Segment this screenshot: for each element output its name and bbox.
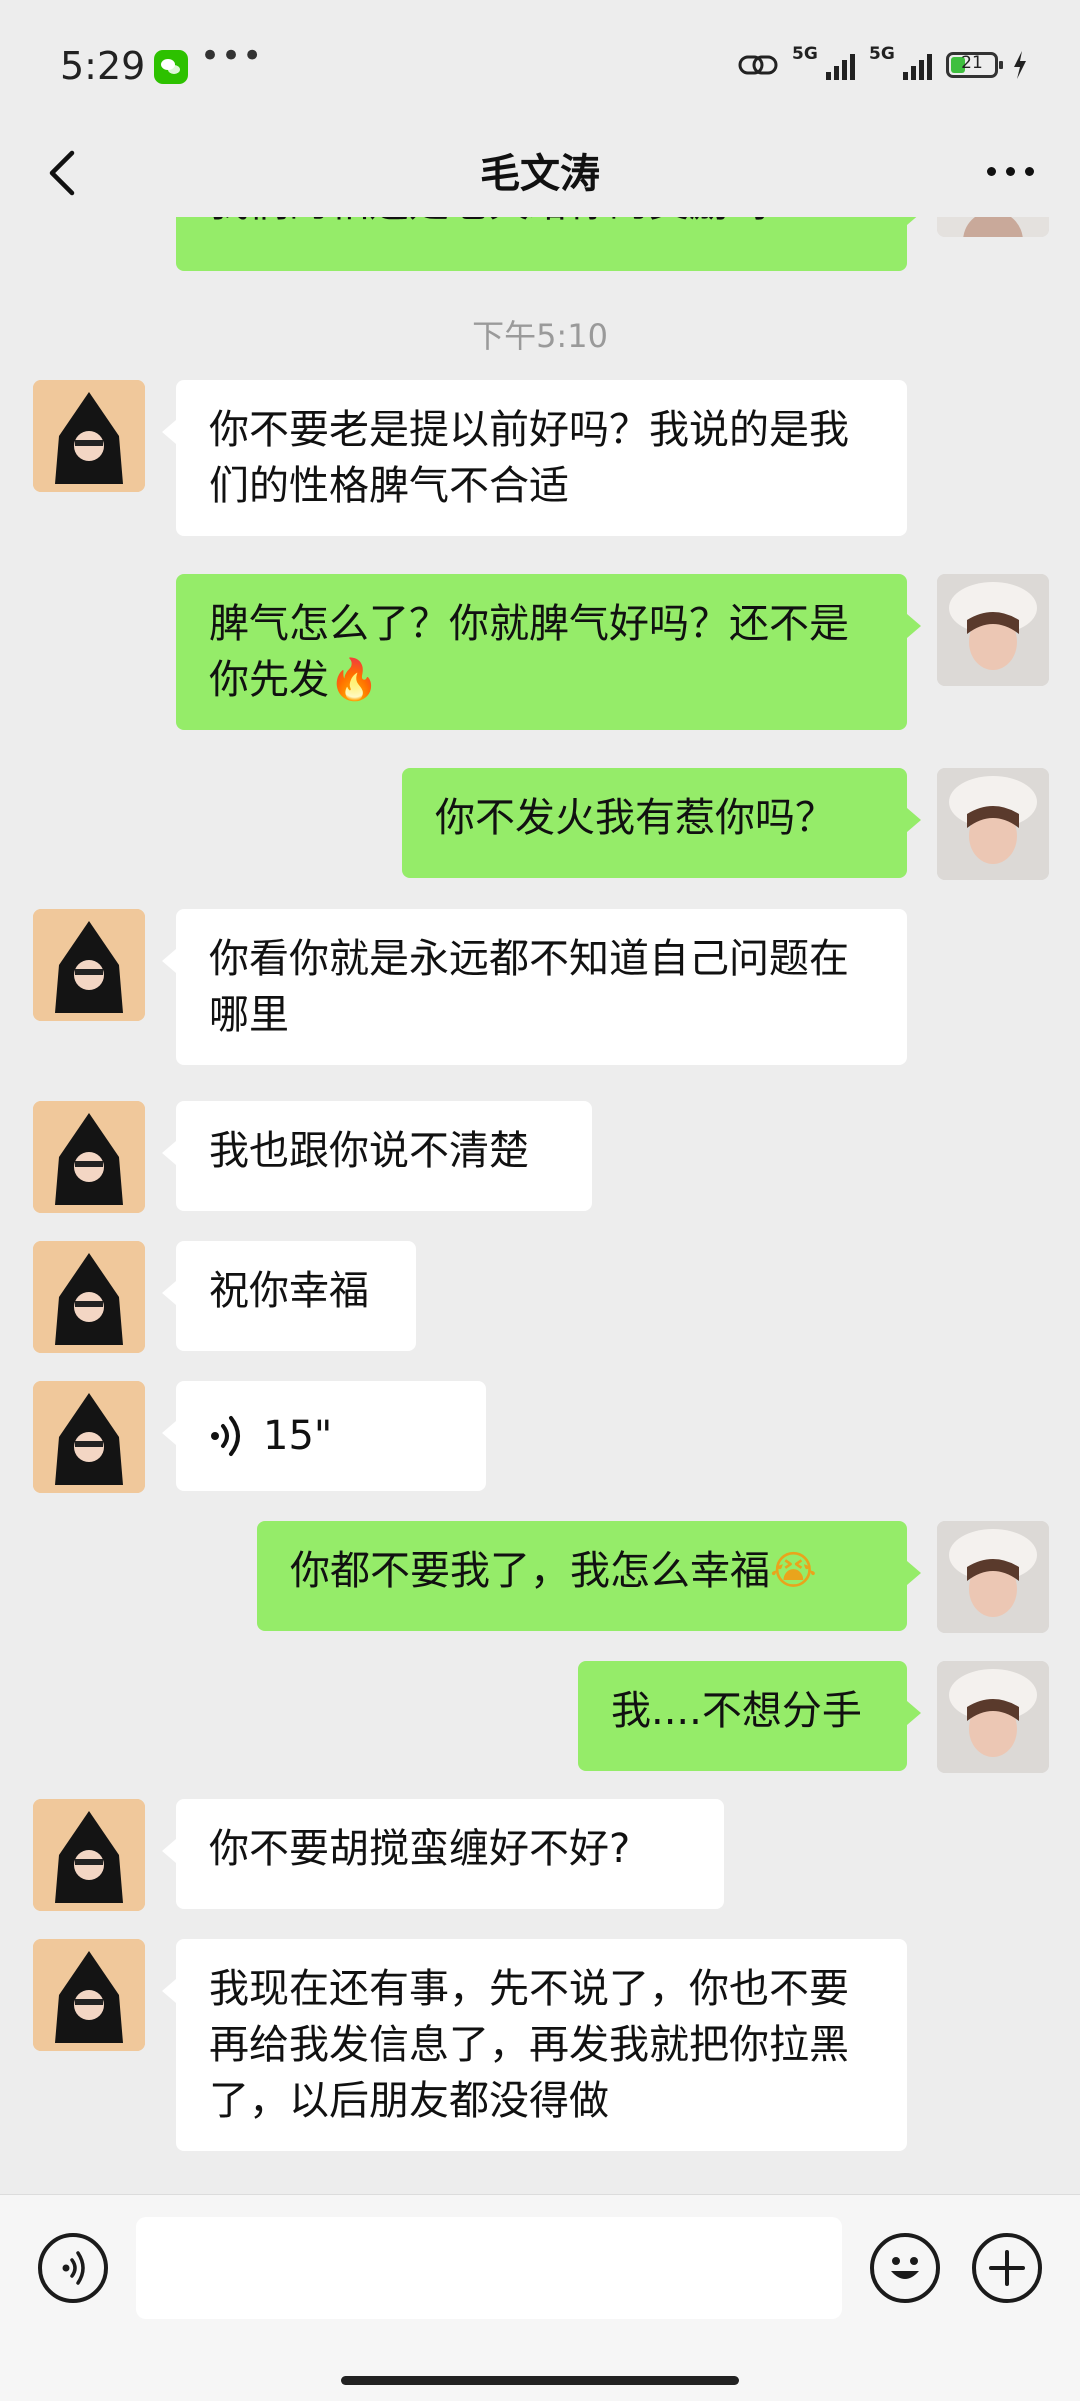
message-bubble-incoming[interactable]: 我现在还有事，先不说了，你也不要再给我发信息了，再发我就把你拉黑了，以后朋友都没… [162, 1939, 907, 2151]
avatar-contact[interactable] [33, 1381, 145, 1493]
voice-message-bubble[interactable]: 15" [162, 1381, 486, 1491]
avatar-me[interactable] [937, 1661, 1049, 1773]
message-input[interactable] [136, 2217, 842, 2319]
wechat-icon [154, 50, 188, 84]
avatar-contact[interactable] [33, 1799, 145, 1911]
avatar-me[interactable] [937, 574, 1049, 686]
battery-icon: 21 [946, 52, 1003, 78]
more-button[interactable] [982, 143, 1046, 203]
chat-title: 毛文涛 [480, 151, 600, 197]
chat-header: 毛文涛 [0, 135, 1080, 217]
charging-icon [1014, 51, 1026, 79]
avatar-me[interactable] [937, 768, 1049, 880]
plus-icon [989, 2250, 1025, 2286]
more-dots-icon [987, 167, 996, 176]
voice-wave-icon [211, 1416, 240, 1456]
signal-5g-2-icon: 5G [869, 44, 932, 80]
avatar-contact[interactable] [33, 1101, 145, 1213]
emoji-icon [891, 2257, 919, 2279]
voice-duration: 15" [263, 1413, 333, 1459]
avatar-me[interactable] [937, 217, 1049, 237]
avatar-me[interactable] [937, 1521, 1049, 1633]
voice-input-icon [62, 2251, 85, 2285]
link-icon [738, 55, 778, 75]
message-bubble-outgoing[interactable]: 我....不想分手 [578, 1661, 921, 1771]
more-functions-button[interactable] [972, 2233, 1042, 2303]
home-indicator[interactable] [341, 2376, 739, 2385]
emoji-button[interactable] [870, 2233, 940, 2303]
avatar-contact[interactable] [33, 380, 145, 492]
message-bubble-incoming[interactable]: 你不要胡搅蛮缠好不好? [162, 1799, 724, 1909]
battery-level: 21 [961, 53, 983, 73]
message-bubble-outgoing[interactable]: 我们的相遇是老天给你的奖励吗？ [176, 217, 921, 271]
avatar-contact[interactable] [33, 1939, 145, 2051]
message-bubble-incoming[interactable]: 祝你幸福 [162, 1241, 416, 1351]
input-bar [0, 2194, 1080, 2401]
crying-emoji: 😭 [770, 1548, 817, 1594]
message-bubble-outgoing[interactable]: 脾气怎么了？你就脾气好吗？还不是你先发🔥 [176, 574, 921, 730]
more-notifications-icon: ••• [200, 36, 264, 76]
status-icons: 5G 5G 21 [738, 44, 1028, 80]
fire-emoji: 🔥 [329, 657, 379, 703]
signal-5g-1-icon: 5G [792, 44, 855, 80]
message-bubble-outgoing[interactable]: 你都不要我了，我怎么幸福😭 [257, 1521, 921, 1631]
message-bubble-outgoing[interactable]: 你不发火我有惹你吗？ [402, 768, 921, 878]
status-bar: 5:29 ••• 5G 5G 21 [0, 0, 1080, 135]
message-list[interactable]: 我们的相遇是老天给你的奖励吗？ 下午5:10 你不要老是提以前好吗？我说的是我们… [0, 217, 1080, 2194]
avatar-contact[interactable] [33, 1241, 145, 1353]
message-bubble-incoming[interactable]: 你看你就是永远都不知道自己问题在哪里 [162, 909, 907, 1065]
avatar-contact[interactable] [33, 909, 145, 1021]
status-time: 5:29 [60, 44, 146, 88]
message-bubble-incoming[interactable]: 你不要老是提以前好吗？我说的是我们的性格脾气不合适 [162, 380, 907, 536]
message-bubble-incoming[interactable]: 我也跟你说不清楚 [162, 1101, 592, 1211]
time-separator: 下午5:10 [472, 317, 608, 355]
voice-input-button[interactable] [38, 2233, 108, 2303]
